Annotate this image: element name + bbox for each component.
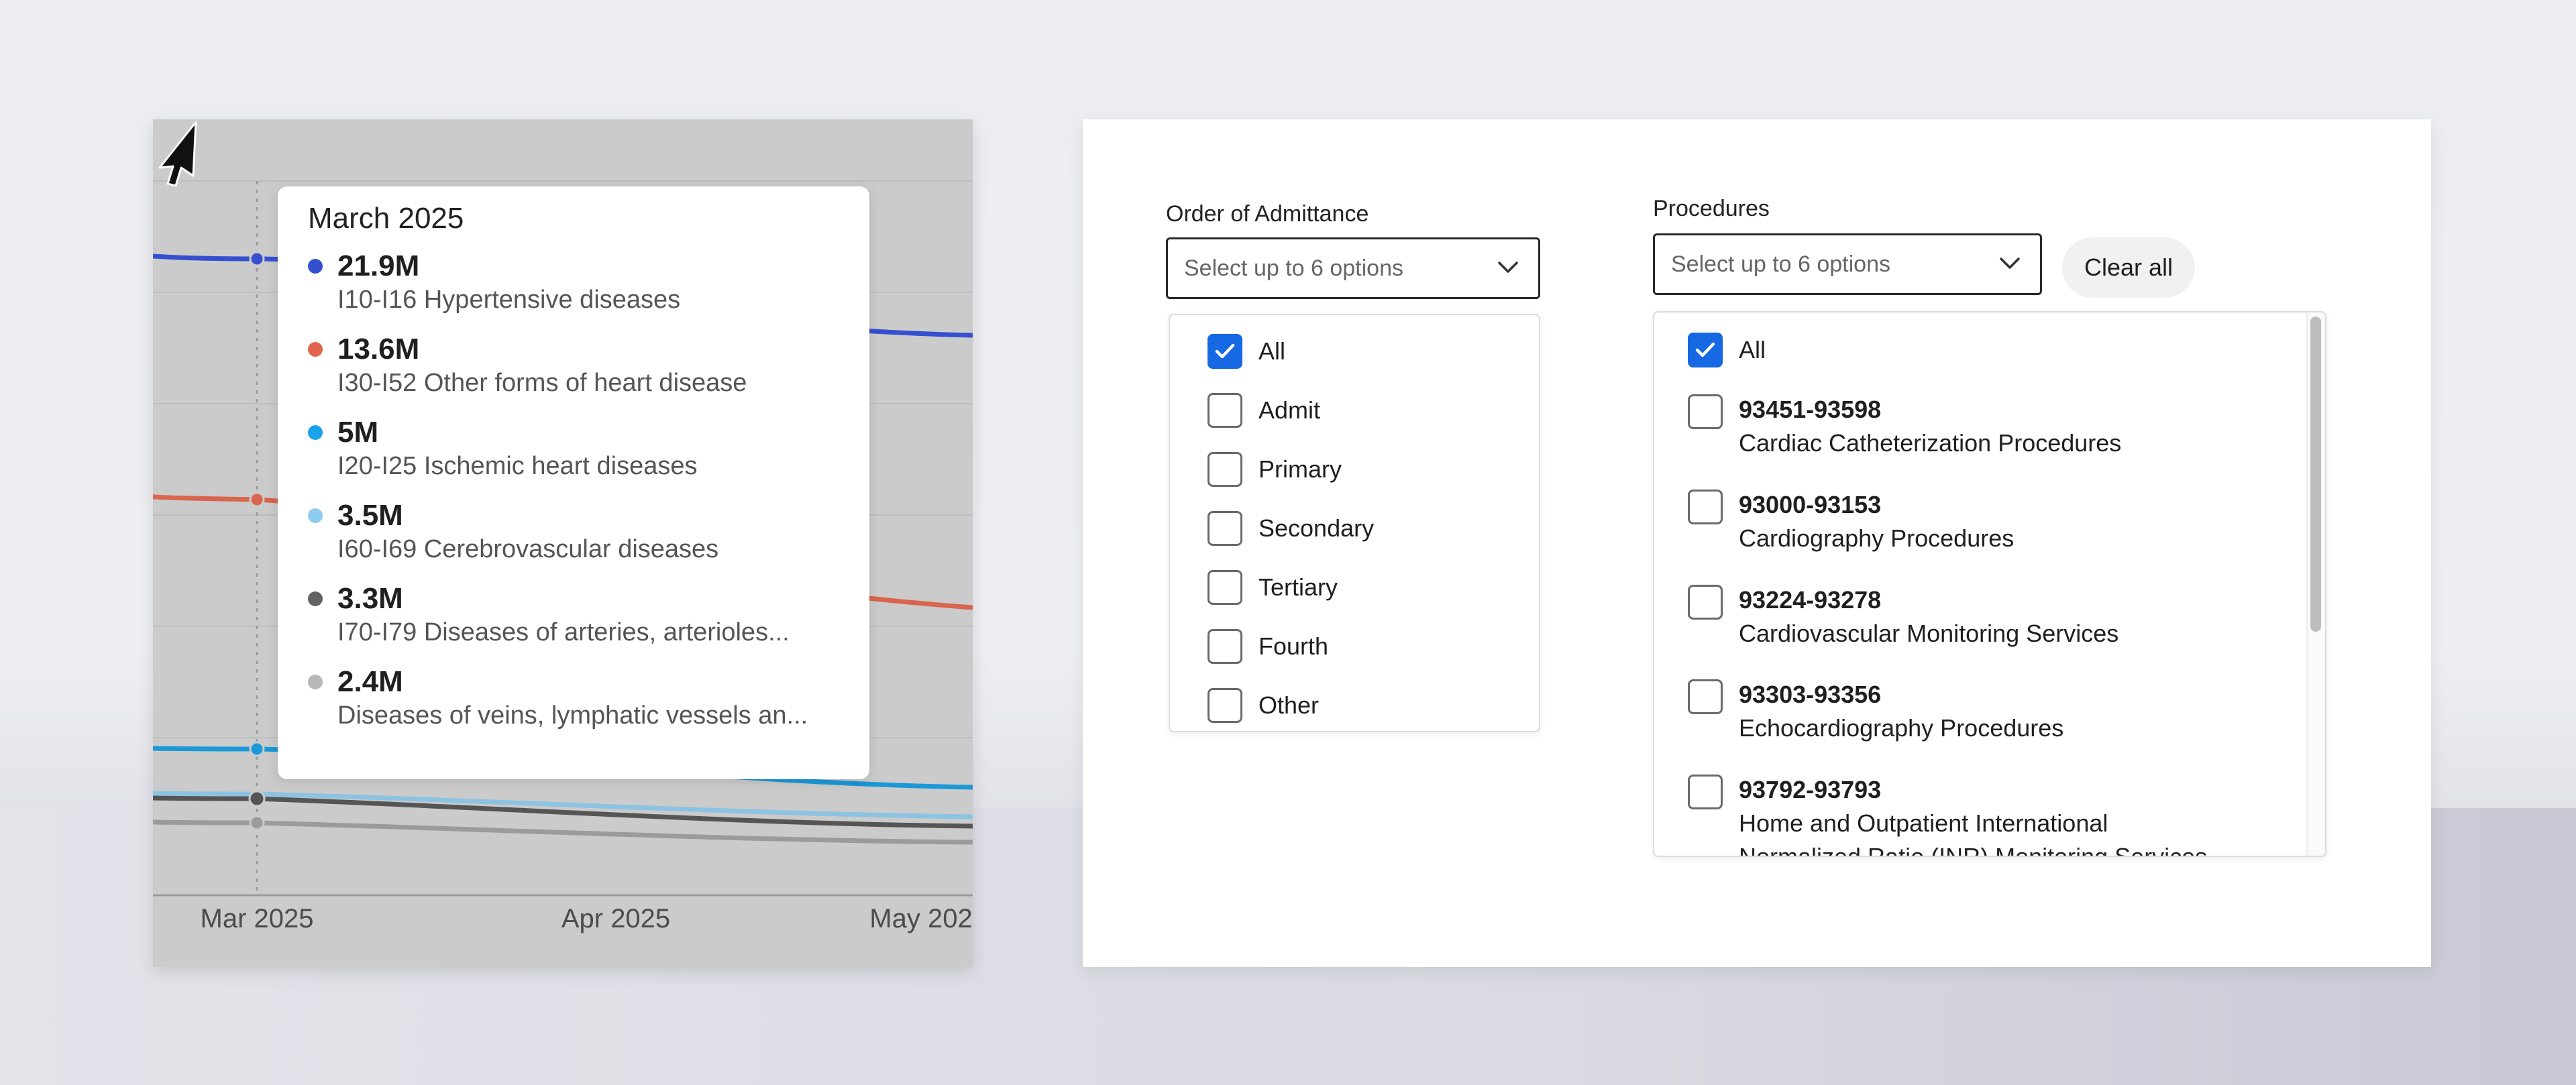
x-tick-label: Apr 2025	[561, 904, 671, 933]
checkbox[interactable]	[1208, 688, 1242, 723]
order-of-admittance-label: Order of Admittance	[1166, 201, 1369, 227]
checkmark-icon	[1695, 342, 1715, 357]
procedure-name: Cardiography Procedures	[1739, 524, 2015, 552]
series-dot-icon	[308, 591, 323, 606]
checkbox-checked[interactable]	[1208, 334, 1242, 369]
hover-point-arteries	[248, 790, 266, 807]
tooltip-item: 5M I20-I25 Ischemic heart diseases	[308, 414, 869, 498]
hover-point-hypertensive	[249, 251, 265, 267]
series-dot-icon	[308, 675, 323, 689]
procedure-code: 93303-93356	[1739, 681, 1882, 708]
tooltip-item: 3.5M I60-I69 Cerebrovascular diseases	[308, 498, 869, 581]
checkbox-checked[interactable]	[1688, 333, 1723, 367]
tooltip-value: 5M	[337, 416, 379, 449]
select-placeholder: Select up to 6 options	[1184, 255, 1404, 281]
checkbox[interactable]	[1688, 490, 1723, 524]
x-tick-label: Mar 2025	[200, 904, 314, 933]
hover-point-other-heart	[249, 492, 265, 508]
chevron-down-icon	[2000, 258, 2020, 269]
procedure-code: 93451-93598	[1739, 396, 1882, 423]
chart-tooltip: March 2025 21.9M I10-I16 Hypertensive di…	[278, 186, 869, 779]
procedure-name: Cardiovascular Monitoring Services	[1739, 620, 2119, 647]
tooltip-label: Diseases of veins, lymphatic vessels an.…	[337, 701, 808, 730]
checkbox[interactable]	[1208, 511, 1242, 546]
option-label: Admit	[1258, 396, 1321, 424]
tooltip-title: March 2025	[308, 202, 464, 235]
option-primary[interactable]: Primary	[1208, 452, 1342, 487]
tooltip-value: 3.3M	[337, 582, 403, 615]
checkbox[interactable]	[1208, 393, 1242, 428]
series-dot-icon	[308, 508, 323, 523]
option-admit[interactable]: Admit	[1208, 393, 1320, 428]
filter-panel: Order of Admittance Select up to 6 optio…	[1083, 119, 2431, 967]
hover-point-ischemic	[249, 741, 265, 757]
checkbox[interactable]	[1688, 679, 1723, 714]
option-tertiary[interactable]: Tertiary	[1208, 570, 1338, 605]
option-secondary[interactable]: Secondary	[1208, 511, 1374, 546]
tooltip-value: 2.4M	[337, 665, 403, 698]
checkmark-icon	[1215, 343, 1235, 359]
option-all[interactable]: All	[1208, 334, 1285, 369]
option-label: Fourth	[1258, 632, 1329, 660]
option-label: Other	[1258, 691, 1320, 719]
option-label: Tertiary	[1258, 573, 1338, 601]
procedures-select[interactable]: Select up to 6 options	[1653, 233, 2042, 295]
procedure-code: 93792-93793	[1739, 776, 1882, 803]
tooltip-label: I10-I16 Hypertensive diseases	[337, 286, 681, 314]
order-of-admittance-select[interactable]: Select up to 6 options	[1166, 237, 1540, 299]
tooltip-label: I60-I69 Cerebrovascular diseases	[337, 535, 719, 563]
tooltip-item: 13.6M I30-I52 Other forms of heart disea…	[308, 331, 869, 414]
procedure-code: 93224-93278	[1739, 586, 1882, 614]
tooltip-value: 13.6M	[337, 333, 420, 365]
hover-point-veins	[249, 815, 265, 831]
mouse-pointer-icon	[158, 121, 197, 186]
checkbox[interactable]	[1688, 394, 1723, 429]
procedure-code: 93000-93153	[1739, 491, 1882, 518]
checkbox[interactable]	[1208, 452, 1242, 487]
tooltip-item: 2.4M Diseases of veins, lymphatic vessel…	[308, 664, 869, 747]
tooltip-item: 21.9M I10-I16 Hypertensive diseases	[308, 248, 869, 331]
procedure-name: Echocardiography Procedures	[1739, 714, 2064, 742]
series-dot-icon	[308, 342, 323, 357]
option-all[interactable]: All	[1688, 333, 1766, 367]
checkbox[interactable]	[1208, 570, 1242, 605]
procedures-label: Procedures	[1653, 196, 1770, 221]
option-label: Primary	[1258, 455, 1342, 483]
procedure-name: Cardiac Catheterization Procedures	[1739, 429, 2122, 457]
order-of-admittance-dropdown: All Admit Primary Secondary Tertiary Fou…	[1169, 314, 1540, 732]
option-label: All	[1258, 337, 1286, 365]
x-tick-label: May 202	[869, 904, 973, 933]
checkbox[interactable]	[1208, 629, 1242, 664]
checkbox[interactable]	[1688, 775, 1723, 809]
procedure-name: Home and Outpatient International	[1739, 809, 2108, 837]
tooltip-label: I20-I25 Ischemic heart diseases	[337, 452, 698, 480]
procedure-name-line2: Normalized Ratio (INR) Monitoring Servic…	[1739, 843, 2208, 857]
chevron-down-icon	[1498, 262, 1518, 273]
scrollbar-track[interactable]	[2306, 312, 2325, 856]
select-placeholder: Select up to 6 options	[1671, 251, 1891, 277]
tooltip-value: 3.5M	[337, 499, 403, 532]
checkbox[interactable]	[1688, 585, 1723, 620]
series-dot-icon	[308, 425, 323, 440]
series-dot-icon	[308, 259, 323, 274]
tooltip-value: 21.9M	[337, 249, 420, 282]
procedures-dropdown: All 93451-93598 Cardiac Catheterization …	[1653, 311, 2326, 857]
option-fourth[interactable]: Fourth	[1208, 629, 1328, 664]
option-label: Secondary	[1258, 514, 1375, 542]
scrollbar-thumb[interactable]	[2310, 317, 2321, 632]
clear-all-button[interactable]: Clear all	[2062, 237, 2195, 298]
tooltip-label: I70-I79 Diseases of arteries, arterioles…	[337, 618, 790, 646]
tooltip-label: I30-I52 Other forms of heart disease	[337, 369, 747, 397]
option-other[interactable]: Other	[1208, 688, 1319, 723]
tooltip-item: 3.3M I70-I79 Diseases of arteries, arter…	[308, 581, 869, 664]
line-chart-panel: Mar 2025 Apr 2025 May 202 March 2025 21.…	[153, 119, 973, 967]
option-label: All	[1739, 336, 1766, 363]
